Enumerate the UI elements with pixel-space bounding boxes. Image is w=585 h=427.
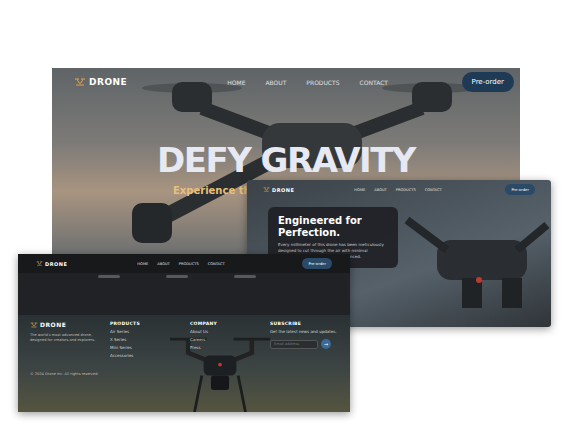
drone-logo-icon: [30, 322, 38, 328]
footer-link[interactable]: Careers: [190, 337, 270, 342]
footer-page: DRONEHOMEABOUTPRODUCTSCONTACTPre-orderDR…: [18, 254, 350, 412]
nav-links: HOME ABOUT PRODUCTS CONTACT: [227, 79, 388, 86]
subscribe-button[interactable]: →: [321, 339, 331, 349]
footer-link[interactable]: Accessories: [110, 353, 190, 358]
footer-link[interactable]: Mini Series: [110, 345, 190, 350]
nav-link[interactable]: HOME: [227, 79, 245, 86]
nav-link[interactable]: PRODUCTS: [179, 262, 199, 266]
nav-bar: DRONE HOME ABOUT PRODUCTS CONTACT Pre-order: [52, 68, 520, 96]
logo[interactable]: DRONE: [30, 321, 110, 328]
nav-link[interactable]: CONTACT: [208, 262, 225, 266]
feature-title: Engineered for Perfection.: [278, 215, 388, 238]
subscribe-text: Get the latest news and updates.: [270, 329, 340, 334]
footer-column: COMPANY About Us Careers Press: [190, 321, 270, 358]
nav-link[interactable]: CONTACT: [360, 79, 388, 86]
nav-links: HOME ABOUT PRODUCTS CONTACT: [354, 188, 441, 192]
nav-link[interactable]: PRODUCTS: [306, 79, 339, 86]
preorder-button[interactable]: Pre-order: [462, 72, 514, 92]
nav-bar: DRONE HOME ABOUT PRODUCTS CONTACT Pre-order: [247, 180, 551, 199]
footer-heading: COMPANY: [190, 321, 270, 326]
footer-link[interactable]: Air Series: [110, 329, 190, 334]
nav-link[interactable]: HOME: [137, 262, 148, 266]
nav-link[interactable]: PRODUCTS: [396, 188, 416, 192]
drone-logo-icon: [263, 187, 270, 192]
nav-link[interactable]: ABOUT: [157, 262, 170, 266]
nav-link[interactable]: ABOUT: [374, 188, 387, 192]
placeholder-pill: [234, 275, 256, 278]
drone-photo: [160, 321, 280, 412]
footer-link[interactable]: About Us: [190, 329, 270, 334]
drone-logo-icon: [74, 78, 86, 86]
logo[interactable]: DRONE: [263, 187, 294, 193]
nav-link[interactable]: ABOUT: [265, 79, 286, 86]
email-input[interactable]: [270, 340, 318, 349]
footer-heading: PRODUCTS: [110, 321, 190, 326]
nav-link[interactable]: HOME: [354, 188, 365, 192]
footer: DRONE The world's most advanced drone, de…: [18, 315, 350, 412]
footer-tagline: The world's most advanced drone, designe…: [30, 333, 102, 343]
copyright: © 2024 Drone Inc. All rights reserved.: [30, 372, 340, 376]
placeholder-pill: [166, 275, 188, 278]
footer-heading: SUBSCRIBE: [270, 321, 340, 326]
logo[interactable]: DRONE: [36, 261, 67, 267]
nav-bar: DRONE HOME ABOUT PRODUCTS CONTACT Pre-order: [18, 254, 350, 273]
footer-link[interactable]: Press: [190, 345, 270, 350]
footer-column: PRODUCTS Air Series X Series Mini Series Acc…: [110, 321, 190, 358]
subscribe-form: →: [270, 339, 340, 349]
placeholder-pill: [98, 275, 120, 278]
nav-link[interactable]: CONTACT: [425, 188, 442, 192]
drone-logo-icon: [36, 261, 43, 266]
footer-link[interactable]: X Series: [110, 337, 190, 342]
preorder-button[interactable]: Pre-order: [505, 184, 535, 195]
preorder-button[interactable]: Pre-order: [302, 258, 332, 269]
nav-links: HOME ABOUT PRODUCTS CONTACT: [137, 262, 224, 266]
mockup-canvas: DRONE HOME ABOUT PRODUCTS CONTACT Pre-order DE…: [0, 0, 585, 427]
hero-title: DEFY GRAVITY: [52, 142, 520, 179]
logo[interactable]: DRONE: [74, 77, 127, 87]
footer-brand: DRONE The world's most advanced drone, de…: [30, 321, 110, 358]
dark-band: [18, 273, 350, 315]
subscribe-column: SUBSCRIBE Get the latest news and updates…: [270, 321, 340, 358]
